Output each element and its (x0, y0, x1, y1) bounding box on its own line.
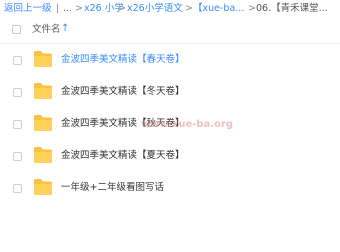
breadcrumb-item-subject[interactable]: x26小学语文 (127, 0, 183, 18)
folder-icon (34, 179, 52, 195)
breadcrumb-separator: > (248, 3, 256, 14)
list-header: 文件名 ↑ (0, 20, 340, 40)
row-checkbox[interactable] (13, 152, 22, 161)
folder-icon (34, 115, 52, 131)
sort-arrow-icon[interactable]: ↑ (61, 22, 69, 36)
row-checkbox[interactable] (13, 184, 22, 193)
breadcrumb-item-source[interactable]: 【xue-ba... (193, 0, 244, 18)
row-checkbox[interactable] (13, 56, 22, 65)
breadcrumb-item-ellipsis[interactable]: ... (63, 0, 72, 18)
list-item[interactable]: 金波四季美文精读【冬天卷】 (0, 76, 340, 108)
row-checkbox[interactable] (13, 88, 22, 97)
breadcrumb-separator: | (56, 3, 60, 14)
back-link[interactable]: 返回上一级 (4, 0, 52, 18)
folder-name[interactable]: 一年级+二年级看图写话 (61, 181, 164, 194)
select-all-checkbox[interactable] (12, 25, 21, 34)
folder-icon (34, 51, 52, 67)
folder-name[interactable]: 金波四季美文精读【春天卷】 (61, 53, 185, 66)
breadcrumb-separator: > (75, 3, 83, 14)
file-browser: 返回上一级 | ... > x26 小学 > x26小学语文 > 【xue-ba… (0, 0, 340, 252)
list-item[interactable]: 金波四季美文精读【春天卷】 (0, 44, 340, 76)
folder-name[interactable]: 金波四季美文精读【夏天卷】 (61, 149, 185, 162)
breadcrumb-item-current: 06.【青禾课堂... (256, 3, 328, 14)
folder-icon (34, 147, 52, 163)
breadcrumb-separator: > (118, 3, 126, 14)
row-checkbox[interactable] (13, 120, 22, 129)
watermark: www.xue-ba.org (141, 119, 234, 130)
breadcrumb: 返回上一级 | ... > x26 小学 > x26小学语文 > 【xue-ba… (0, 0, 340, 18)
folder-name[interactable]: 金波四季美文精读【冬天卷】 (61, 85, 185, 98)
filename-column-header[interactable]: 文件名 (32, 23, 61, 37)
breadcrumb-separator: > (185, 3, 193, 14)
list-item[interactable]: 金波四季美文精读【夏天卷】 (0, 140, 340, 172)
folder-icon (34, 83, 52, 99)
list-item[interactable]: 一年级+二年级看图写话 (0, 172, 340, 204)
